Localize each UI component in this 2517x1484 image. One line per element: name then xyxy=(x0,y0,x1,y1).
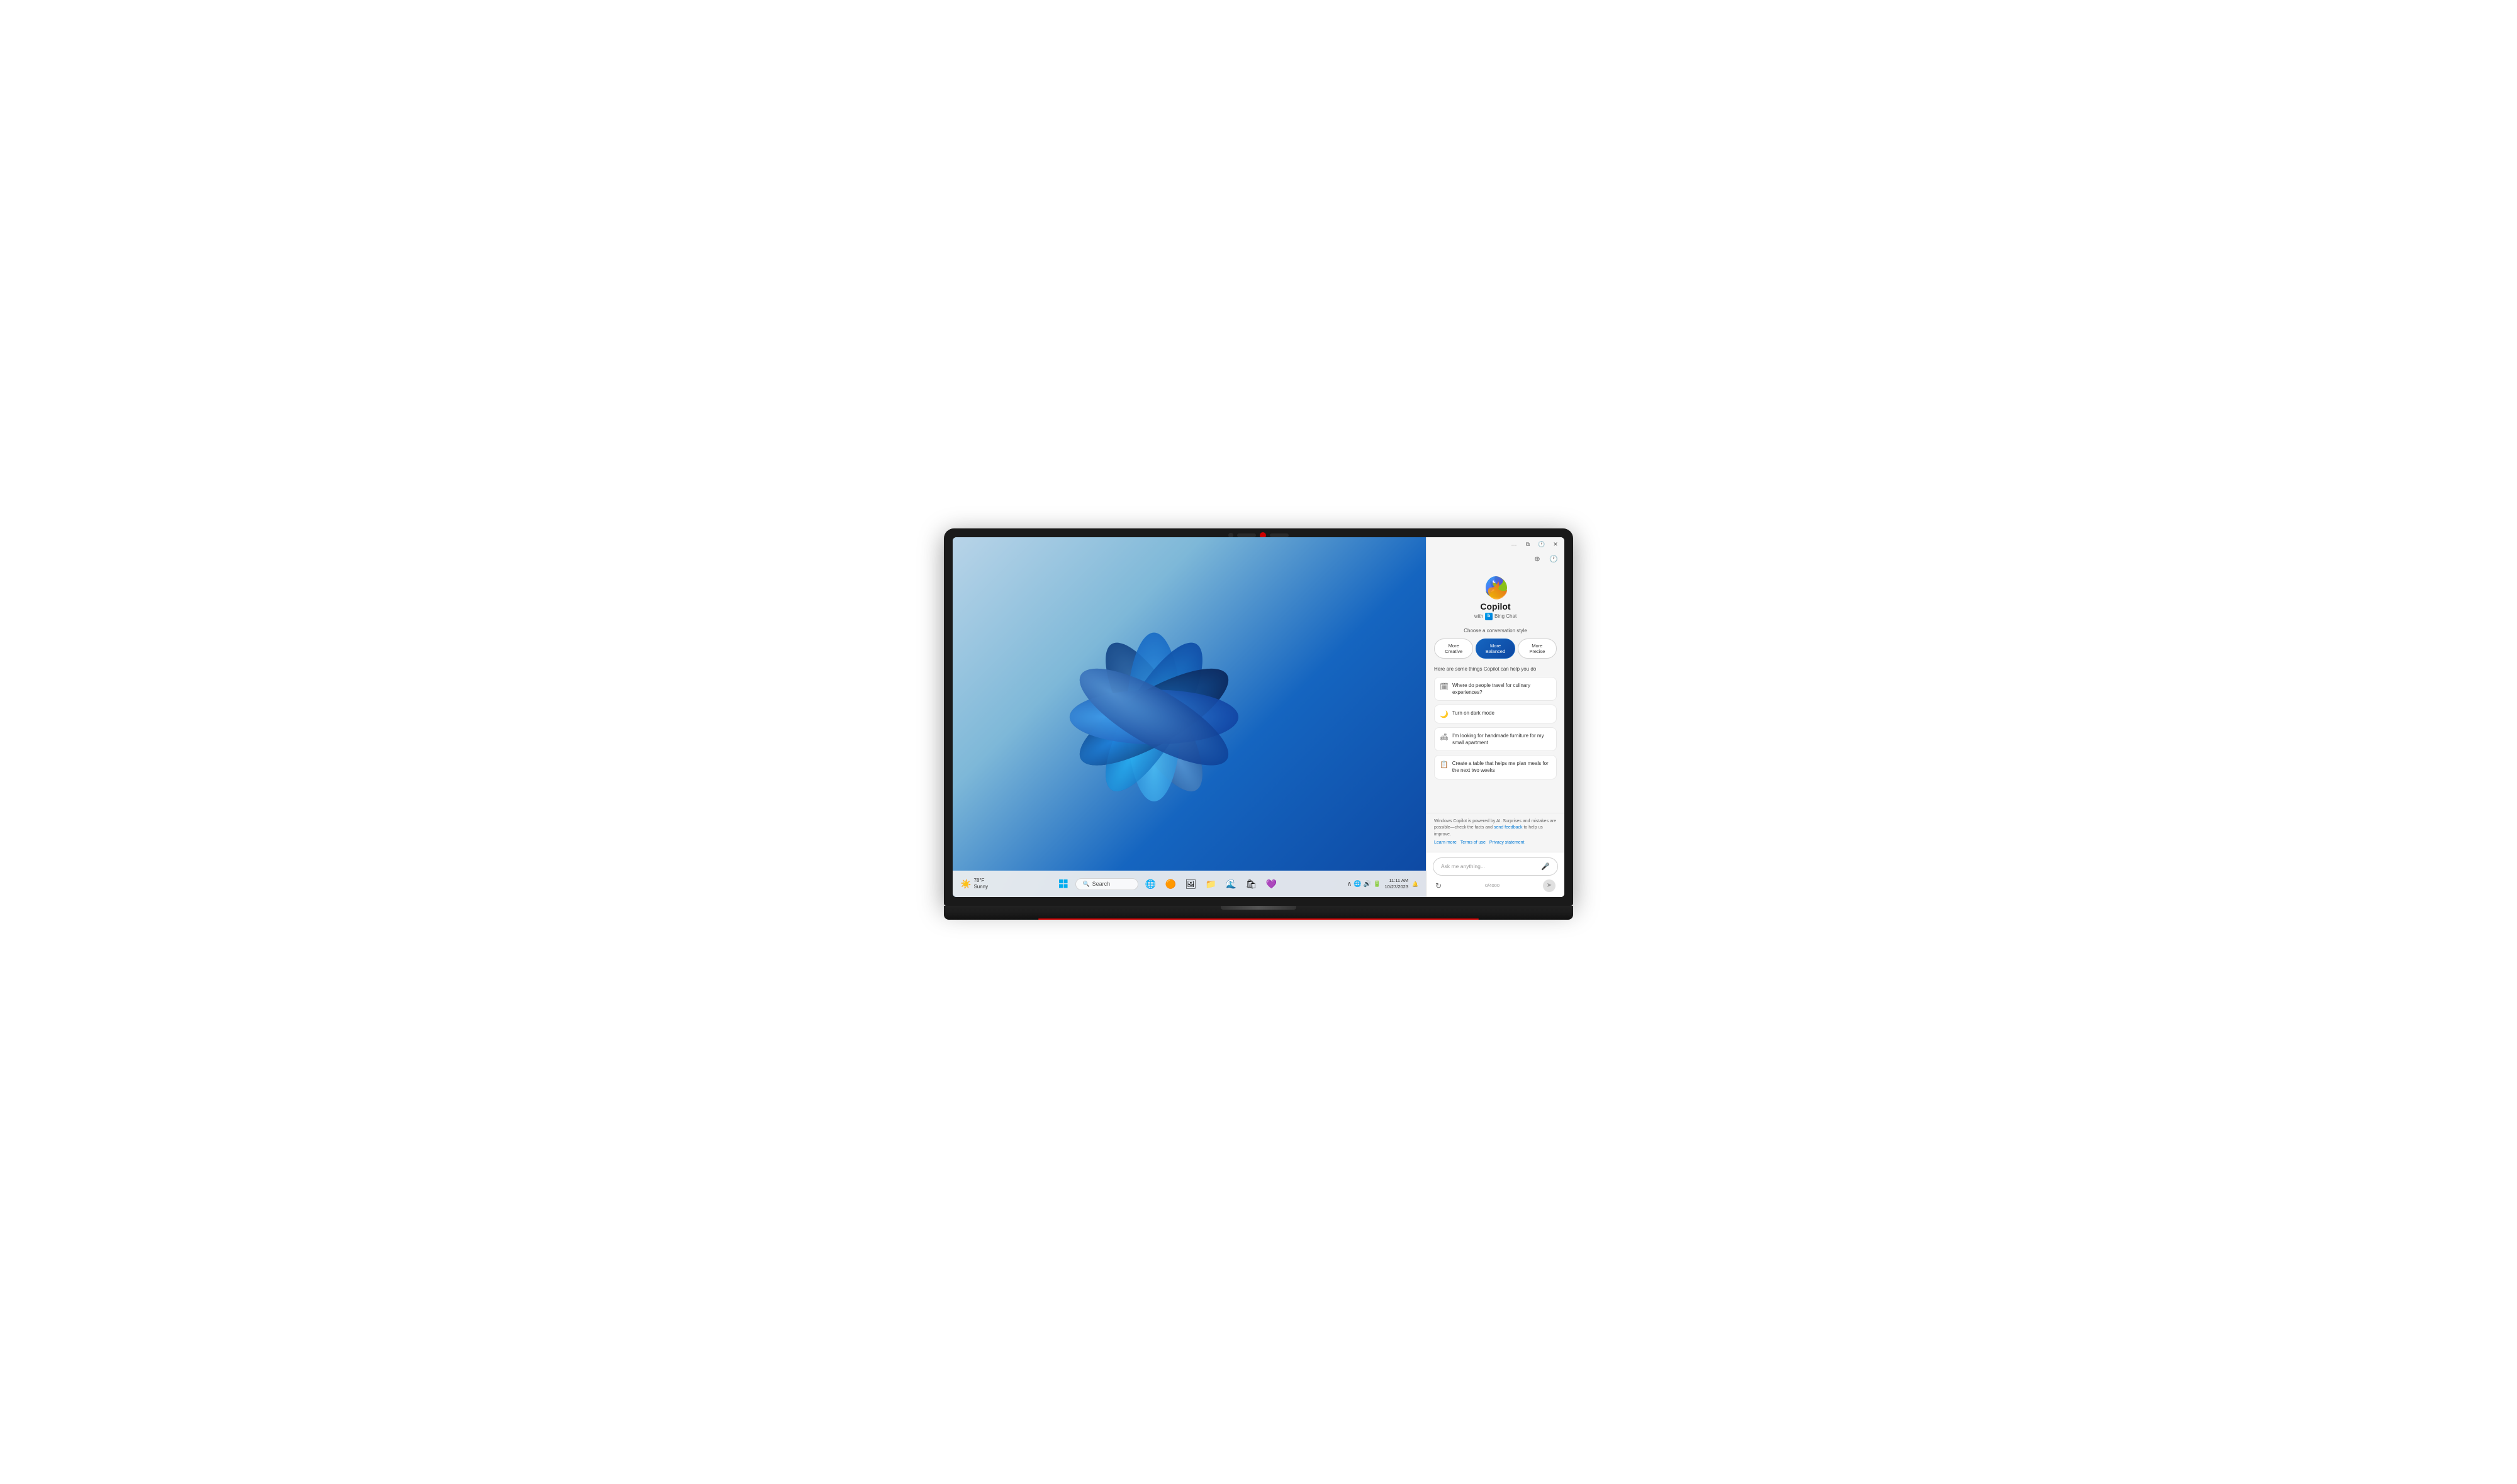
refresh-icon[interactable]: ↻ xyxy=(1435,881,1442,890)
copilot-title: Copilot xyxy=(1480,601,1510,611)
suggestion-text-furniture: I'm looking for handmade furniture for m… xyxy=(1452,732,1551,746)
windows-bloom xyxy=(977,573,1331,861)
new-chat-icon[interactable]: ⊕ xyxy=(1532,554,1543,565)
red-accent-line xyxy=(1038,918,1479,920)
style-buttons-group: More Creative More Balanced More Precise xyxy=(1434,639,1557,659)
balanced-style-button[interactable]: More Balanced xyxy=(1476,639,1515,659)
panel-content: Copilot with b Bing Chat Choose a conver… xyxy=(1427,569,1564,813)
disclaimer-links: Learn more Terms of use Privacy statemen… xyxy=(1434,840,1557,847)
disclaimer-section: Windows Copilot is powered by AI. Surpri… xyxy=(1427,813,1564,852)
copilot-subtitle: with b Bing Chat xyxy=(1474,613,1516,620)
precise-label: More Precise xyxy=(1521,643,1554,654)
laptop-container: ☀️ 78°F Sunny xyxy=(944,528,1573,956)
clock[interactable]: 11:11 AM 10/27/2023 xyxy=(1384,878,1408,890)
suggestions-title: Here are some things Copilot can help yo… xyxy=(1434,666,1557,672)
input-placeholder: Ask me anything... xyxy=(1441,863,1485,869)
up-arrow-icon[interactable]: ∧ xyxy=(1347,881,1352,888)
temperature: 78°F xyxy=(973,878,988,884)
chat-input-box[interactable]: Ask me anything... 🎤 xyxy=(1433,857,1558,876)
volume-icon[interactable]: 🔊 xyxy=(1364,881,1371,888)
copilot-logo xyxy=(1482,574,1510,601)
desktop-wallpaper[interactable]: ☀️ 78°F Sunny xyxy=(953,537,1426,897)
moon-icon: 🌙 xyxy=(1440,710,1449,718)
style-section-label: Choose a conversation style xyxy=(1434,628,1557,633)
input-actions-left: ↻ xyxy=(1435,881,1442,890)
panel-menu-button[interactable]: ··· xyxy=(1509,540,1519,550)
input-footer: ↻ 0/4000 ➤ xyxy=(1433,879,1558,892)
furniture-icon: 🛋 xyxy=(1440,733,1449,741)
calendar-icon: 🗓 xyxy=(1440,683,1449,691)
taskbar: ☀️ 78°F Sunny xyxy=(953,871,1426,897)
taskbar-right: ∧ 🌐 🔊 🔋 11:11 AM 10/27/2023 🔔 xyxy=(1347,878,1418,890)
laptop-base xyxy=(944,906,1573,920)
taskbar-search[interactable]: 🔍 Search xyxy=(1075,878,1138,890)
weather-icon: ☀️ xyxy=(960,879,971,890)
search-placeholder: Search xyxy=(1092,881,1111,887)
suggestion-item-darkmode[interactable]: 🌙 Turn on dark mode xyxy=(1434,705,1557,723)
battery-icon[interactable]: 🔋 xyxy=(1373,881,1381,888)
date-display: 10/27/2023 xyxy=(1384,884,1408,890)
suggestion-item-furniture[interactable]: 🛋 I'm looking for handmade furniture for… xyxy=(1434,727,1557,751)
copilot-logo-area: Copilot with b Bing Chat xyxy=(1434,574,1557,620)
panel-close-button[interactable]: ✕ xyxy=(1550,540,1561,550)
panel-toolbar: ⊕ 🕐 xyxy=(1427,552,1564,569)
char-count: 0/4000 xyxy=(1485,883,1500,888)
precise-style-button[interactable]: More Precise xyxy=(1518,639,1557,659)
send-feedback-link[interactable]: send feedback xyxy=(1494,825,1523,830)
suggestion-text-meals: Create a table that helps me plan meals … xyxy=(1452,760,1551,774)
terms-of-use-link[interactable]: Terms of use xyxy=(1460,840,1486,847)
search-icon: 🔍 xyxy=(1082,881,1089,888)
taskbar-icon-edge[interactable]: 🌊 xyxy=(1223,876,1239,892)
panel-history-button[interactable]: 🕐 xyxy=(1537,540,1547,550)
suggestion-text-travel: Where do people travel for culinary expe… xyxy=(1452,682,1551,696)
time-display: 11:11 AM xyxy=(1384,878,1408,884)
suggestion-item-meals[interactable]: 📋 Create a table that helps me plan meal… xyxy=(1434,755,1557,779)
creative-style-button[interactable]: More Creative xyxy=(1434,639,1473,659)
taskbar-center: 🔍 Search 🌐 🟠 🖼 📁 🌊 🛍 💜 xyxy=(988,876,1347,892)
taskbar-icon-store[interactable]: 🛍 xyxy=(1243,876,1259,892)
conversation-style-section: Choose a conversation style More Creativ… xyxy=(1434,628,1557,659)
bing-icon: b xyxy=(1485,613,1493,620)
input-area: Ask me anything... 🎤 ↻ 0/4000 ➤ xyxy=(1427,852,1564,897)
balanced-label: More Balanced xyxy=(1479,643,1511,654)
taskbar-icon-browser[interactable]: 🟠 xyxy=(1162,876,1179,892)
history-icon[interactable]: 🕐 xyxy=(1548,554,1559,565)
suggestion-item-travel[interactable]: 🗓 Where do people travel for culinary ex… xyxy=(1434,677,1557,701)
mic-icon[interactable]: 🎤 xyxy=(1541,862,1550,871)
panel-titlebar: ··· ⧉ 🕐 ✕ xyxy=(1427,537,1564,552)
creative-label: More Creative xyxy=(1437,643,1470,654)
screen: ☀️ 78°F Sunny xyxy=(953,537,1564,897)
laptop-hinge xyxy=(1221,906,1296,910)
taskbar-icon-files[interactable]: 📁 xyxy=(1202,876,1219,892)
panel-copy-button[interactable]: ⧉ xyxy=(1523,540,1533,550)
network-icon[interactable]: 🌐 xyxy=(1354,881,1361,888)
laptop-lid: ☀️ 78°F Sunny xyxy=(944,528,1573,906)
notification-icon[interactable]: 🔔 xyxy=(1412,881,1418,887)
system-icons: ∧ 🌐 🔊 🔋 xyxy=(1347,881,1381,888)
start-button[interactable] xyxy=(1055,876,1072,892)
privacy-statement-link[interactable]: Privacy statement xyxy=(1489,840,1525,847)
send-button[interactable]: ➤ xyxy=(1543,879,1556,892)
taskbar-left: ☀️ 78°F Sunny xyxy=(960,878,988,890)
taskbar-icon-widgets[interactable]: 🌐 xyxy=(1142,876,1158,892)
learn-more-link[interactable]: Learn more xyxy=(1434,840,1457,847)
taskbar-icon-photos[interactable]: 🖼 xyxy=(1182,876,1199,892)
weather-text: 78°F Sunny xyxy=(973,878,988,890)
weather-widget[interactable]: ☀️ 78°F Sunny xyxy=(960,878,988,890)
copilot-panel: ··· ⧉ 🕐 ✕ ⊕ 🕐 xyxy=(1426,537,1564,897)
windows-logo-icon xyxy=(1059,879,1068,888)
condition: Sunny xyxy=(973,884,988,890)
table-icon: 📋 xyxy=(1440,761,1449,769)
suggestion-text-darkmode: Turn on dark mode xyxy=(1452,710,1494,717)
taskbar-icon-teams[interactable]: 💜 xyxy=(1263,876,1279,892)
